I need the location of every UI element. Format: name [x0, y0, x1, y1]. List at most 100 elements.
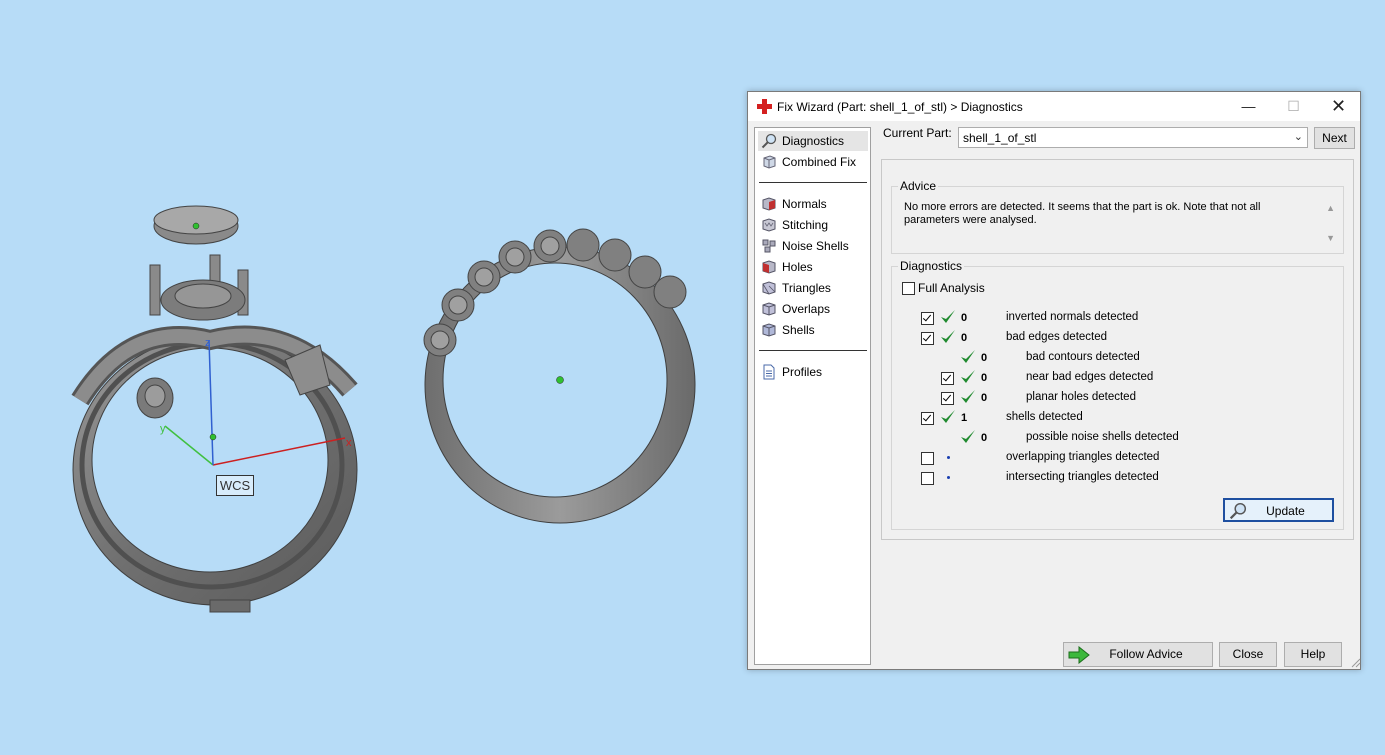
row-label: bad edges detected: [1006, 331, 1108, 343]
row-count: 0: [981, 432, 988, 444]
full-analysis-label: Full Analysis: [918, 281, 985, 295]
red-cross-icon: [757, 99, 772, 114]
green-check-icon: [961, 390, 975, 403]
nav-item-profiles[interactable]: Profiles: [758, 362, 868, 382]
help-button[interactable]: Help: [1284, 642, 1342, 667]
row-count: 0: [981, 352, 988, 364]
green-check-icon: [941, 410, 955, 423]
row-label: near bad edges detected: [1026, 371, 1154, 383]
nav-label: Diagnostics: [782, 134, 845, 148]
next-button[interactable]: Next: [1314, 127, 1355, 149]
stitching-cube-icon: [762, 218, 776, 232]
row-count: 0: [981, 372, 988, 384]
row-checkbox[interactable]: [941, 392, 954, 405]
3d-viewport[interactable]: x y z WCS: [0, 0, 740, 752]
nav-item-stitching[interactable]: Stitching: [758, 215, 868, 235]
nav-label: Overlaps: [782, 302, 831, 316]
wcs-label: WCS: [216, 475, 254, 496]
row-checkbox[interactable]: [921, 332, 934, 345]
fix-wizard-dialog: Fix Wizard (Part: shell_1_of_stl) > Diag…: [747, 91, 1361, 670]
title-bar[interactable]: Fix Wizard (Part: shell_1_of_stl) > Diag…: [748, 92, 1360, 121]
overlaps-cube-icon: [762, 302, 776, 316]
row-checkbox[interactable]: [921, 412, 934, 425]
row-count: 0: [981, 392, 988, 404]
diagnostics-title: Diagnostics: [898, 259, 965, 273]
advice-text: No more errors are detected. It seems th…: [904, 201, 1261, 226]
nav-item-noise-shells[interactable]: Noise Shells: [758, 236, 868, 256]
left-ring-model: [71, 205, 358, 613]
green-check-icon: [941, 330, 955, 343]
scroll-down-icon[interactable]: ▼: [1326, 233, 1335, 243]
nav-label: Triangles: [782, 281, 831, 295]
dialog-title: Fix Wizard (Part: shell_1_of_stl) > Diag…: [777, 100, 1023, 114]
green-arrow-icon: [1068, 646, 1090, 664]
nav-separator: [759, 182, 867, 183]
update-button[interactable]: Update: [1223, 498, 1334, 522]
row-checkbox[interactable]: [921, 312, 934, 325]
green-check-icon: [961, 430, 975, 443]
nav-label: Holes: [782, 260, 813, 274]
advice-title: Advice: [898, 179, 939, 193]
row-count: 0: [961, 332, 968, 344]
green-check-icon: [961, 350, 975, 363]
resize-grip-icon[interactable]: [1351, 658, 1361, 668]
close-window-button[interactable]: ✕: [1316, 92, 1361, 121]
holes-cube-icon: [762, 260, 776, 274]
row-label: shells detected: [1006, 411, 1083, 423]
nav-item-triangles[interactable]: Triangles: [758, 278, 868, 298]
nav-label: Shells: [782, 323, 815, 337]
maximize-button[interactable]: ☐: [1271, 92, 1316, 121]
follow-advice-label: Follow Advice: [1109, 647, 1183, 661]
chevron-down-icon: ⌄: [1293, 131, 1303, 143]
advice-group: Advice No more errors are detected. It s…: [891, 179, 1344, 254]
axis-y-label: y: [160, 423, 166, 435]
axis-z-label: z: [205, 337, 211, 349]
shells-cube-icon: [762, 323, 776, 337]
magnifier-icon: [1229, 502, 1247, 520]
nav-item-normals[interactable]: Normals: [758, 194, 868, 214]
row-label: inverted normals detected: [1006, 311, 1139, 323]
not-analysed-dot-icon: [947, 456, 950, 459]
diagnostics-panel: Advice No more errors are detected. It s…: [881, 159, 1354, 540]
current-part-label: Current Part:: [883, 126, 952, 140]
nav-separator: [759, 350, 867, 351]
nav-label: Profiles: [782, 365, 823, 379]
wizard-nav: Diagnostics Combined Fix Normals Stitchi…: [754, 127, 871, 665]
not-analysed-dot-icon: [947, 476, 950, 479]
row-label: overlapping triangles detected: [1006, 451, 1160, 463]
current-part-value: shell_1_of_stl: [963, 131, 1037, 145]
follow-advice-button[interactable]: Follow Advice: [1063, 642, 1213, 667]
current-part-select[interactable]: shell_1_of_stl ⌄: [958, 127, 1308, 148]
right-ring-model: [423, 228, 696, 524]
nav-label: Noise Shells: [782, 239, 849, 253]
noise-shells-icon: [762, 239, 776, 253]
green-check-icon: [961, 370, 975, 383]
nav-item-holes[interactable]: Holes: [758, 257, 868, 277]
full-analysis-checkbox[interactable]: [902, 282, 915, 295]
row-checkbox[interactable]: [941, 372, 954, 385]
row-checkbox[interactable]: [921, 452, 934, 465]
nav-label: Normals: [782, 197, 827, 211]
axis-x-label: x: [346, 437, 352, 449]
green-check-icon: [941, 310, 955, 323]
scroll-up-icon[interactable]: ▲: [1326, 203, 1335, 213]
model-scene: x y z: [71, 205, 696, 613]
cube-icon: [763, 155, 776, 169]
row-checkbox[interactable]: [921, 472, 934, 485]
nav-item-diagnostics[interactable]: Diagnostics: [758, 131, 868, 151]
row-count: 0: [961, 312, 968, 324]
row-label: bad contours detected: [1026, 351, 1140, 363]
nav-item-combined-fix[interactable]: Combined Fix: [758, 152, 868, 172]
row-label: possible noise shells detected: [1026, 431, 1179, 443]
nav-label: Stitching: [782, 218, 829, 232]
row-label: planar holes detected: [1026, 391, 1136, 403]
normals-cube-icon: [762, 197, 776, 211]
nav-label: Combined Fix: [782, 155, 857, 169]
update-label: Update: [1266, 504, 1305, 518]
nav-item-overlaps[interactable]: Overlaps: [758, 299, 868, 319]
row-label: intersecting triangles detected: [1006, 471, 1159, 483]
nav-item-shells[interactable]: Shells: [758, 320, 868, 340]
magnifier-icon: [761, 133, 777, 149]
minimize-button[interactable]: —: [1226, 92, 1271, 121]
close-button[interactable]: Close: [1219, 642, 1277, 667]
